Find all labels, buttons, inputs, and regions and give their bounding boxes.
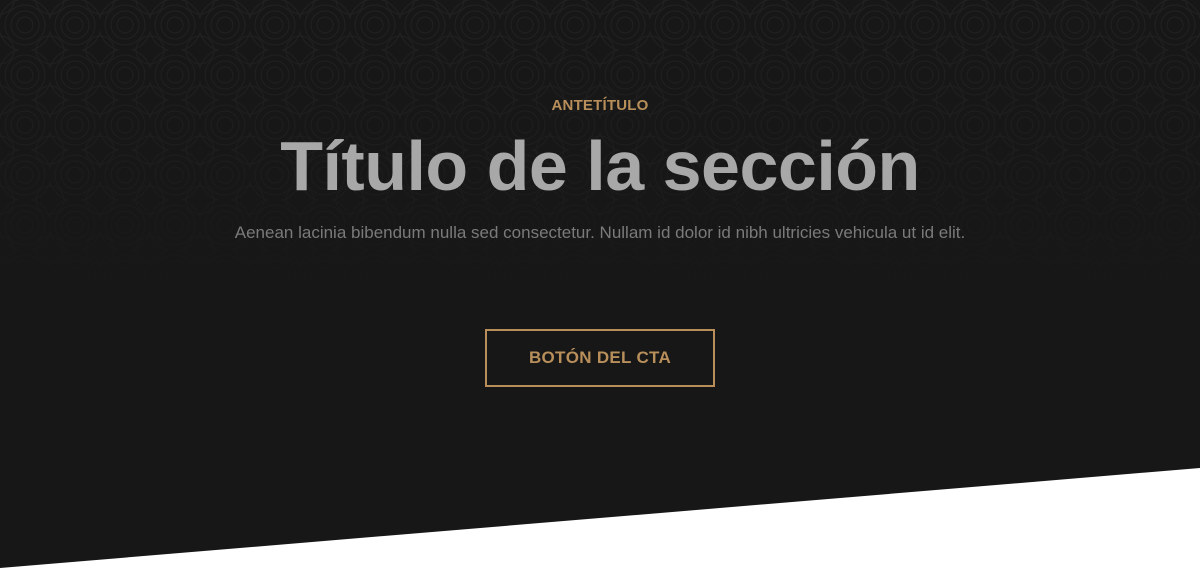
section-title: Título de la sección — [280, 127, 920, 205]
cta-button[interactable]: BOTÓN DEL CTA — [485, 329, 715, 387]
eyebrow-text: ANTETÍTULO — [551, 97, 649, 114]
hero-section: ANTETÍTULO Título de la sección Aenean l… — [0, 0, 1200, 568]
section-description: Aenean lacinia bibendum nulla sed consec… — [234, 223, 966, 242]
